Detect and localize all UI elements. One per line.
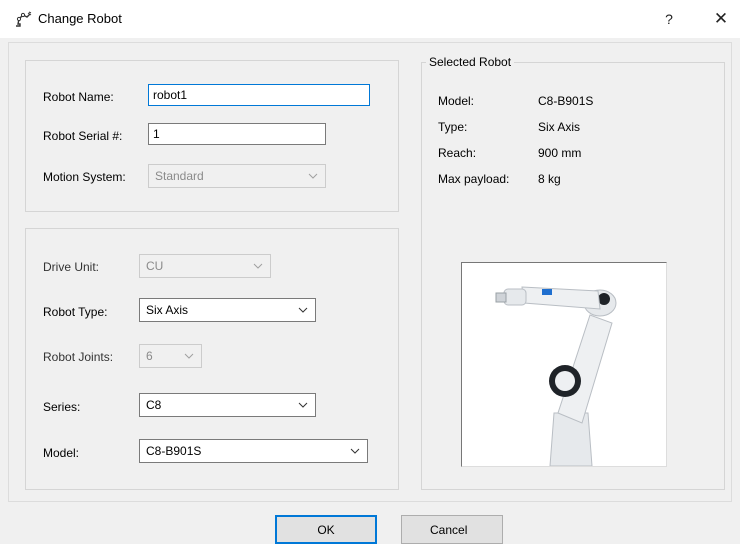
chevron-down-icon	[308, 173, 318, 179]
robot-arm-icon	[16, 11, 32, 27]
title-bar: Change Robot ? ✕	[0, 0, 740, 38]
robot-image-frame	[461, 262, 667, 467]
robot-joints-value: 6	[146, 349, 153, 363]
window-title: Change Robot	[38, 11, 122, 26]
robot-type-label: Robot Type:	[43, 305, 108, 319]
selected-reach-label: Reach:	[438, 146, 477, 160]
motion-system-value: Standard	[155, 169, 204, 183]
selected-type-label: Type:	[438, 120, 468, 134]
series-select[interactable]: C8	[139, 393, 316, 417]
model-label: Model:	[43, 446, 80, 460]
model-value: C8-B901S	[146, 444, 202, 458]
selected-payload-label: Max payload:	[438, 172, 510, 186]
selected-type-value: Six Axis	[538, 120, 581, 134]
drive-unit-select[interactable]: CU	[139, 254, 271, 278]
series-value: C8	[146, 398, 162, 412]
motion-system-label: Motion System:	[43, 170, 126, 184]
model-select[interactable]: C8-B901S	[139, 439, 368, 463]
chevron-down-icon	[184, 353, 194, 359]
series-label: Series:	[43, 400, 81, 414]
chevron-down-icon	[253, 263, 263, 269]
robot-type-value: Six Axis	[146, 303, 189, 317]
chevron-down-icon	[350, 448, 360, 454]
drive-unit-label: Drive Unit:	[43, 260, 100, 274]
robot-name-input[interactable]	[148, 84, 370, 106]
robot-serial-label: Robot Serial #:	[43, 129, 123, 143]
ok-button[interactable]: OK	[275, 515, 377, 544]
drive-unit-value: CU	[146, 259, 164, 273]
help-button[interactable]: ?	[652, 6, 686, 32]
robot-arm-image	[495, 286, 617, 467]
close-button[interactable]: ✕	[704, 6, 738, 32]
chevron-down-icon	[298, 307, 308, 313]
robot-joints-select[interactable]: 6	[139, 344, 202, 368]
selected-payload-value: 8 kg	[538, 172, 561, 186]
selected-reach-value: 900 mm	[538, 146, 582, 160]
robot-type-select[interactable]: Six Axis	[139, 298, 316, 322]
chevron-down-icon	[298, 402, 308, 408]
selected-model-value: C8-B901S	[538, 94, 594, 108]
selected-robot-title: Selected Robot	[426, 55, 515, 69]
cancel-button[interactable]: Cancel	[401, 515, 503, 544]
selected-model-label: Model:	[438, 94, 475, 108]
robot-serial-input[interactable]	[148, 123, 326, 145]
robot-name-label: Robot Name:	[43, 90, 114, 104]
robot-joints-label: Robot Joints:	[43, 350, 114, 364]
motion-system-select[interactable]: Standard	[148, 164, 326, 188]
